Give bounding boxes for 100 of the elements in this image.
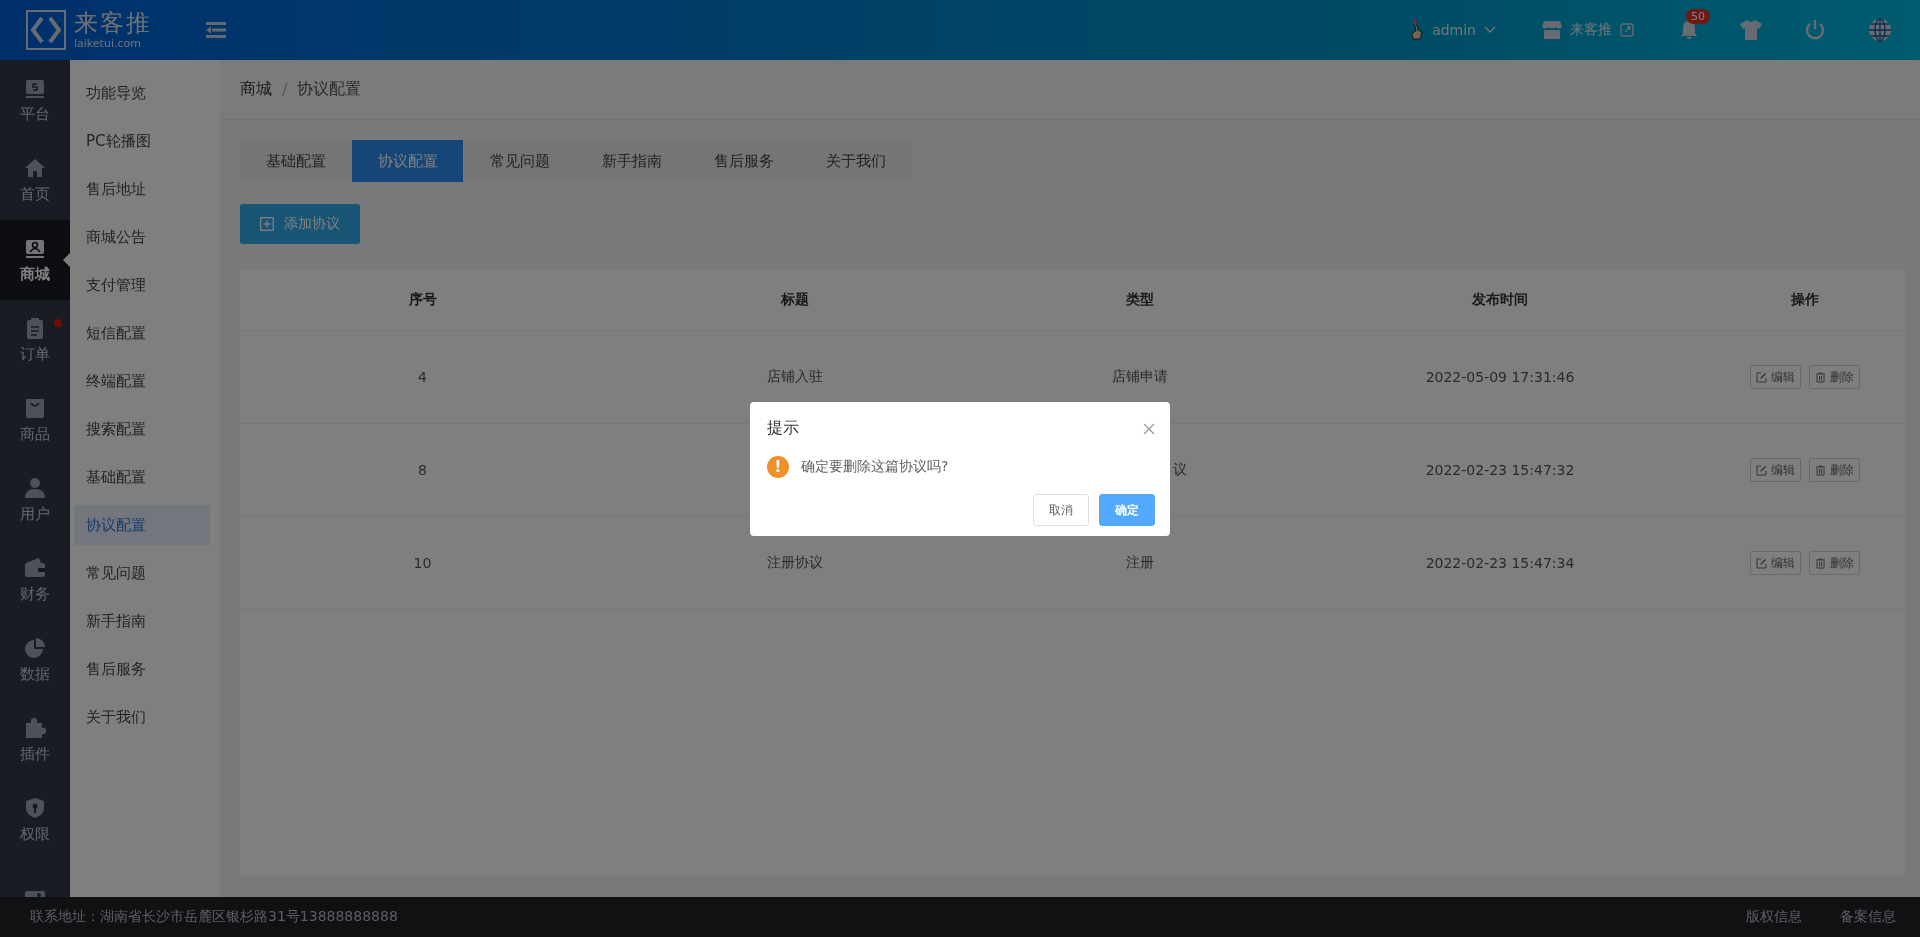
- submenu-item[interactable]: 支付管理: [70, 265, 210, 305]
- trash-icon: [1815, 464, 1826, 476]
- sidebar-item[interactable]: 商品: [0, 380, 70, 460]
- add-agreement-button[interactable]: 添加协议: [240, 204, 360, 244]
- submenu-item[interactable]: 功能导览: [70, 73, 210, 113]
- power-icon[interactable]: [1804, 19, 1826, 41]
- sidebar-label: 订单: [20, 344, 50, 364]
- caret-icon: [1484, 26, 1496, 34]
- wallet-icon: [24, 556, 46, 579]
- external-link-icon: [1620, 23, 1634, 37]
- edit-icon: [1756, 464, 1767, 476]
- logo-text: 来客推: [74, 11, 152, 35]
- edit-button[interactable]: 编辑: [1750, 551, 1801, 575]
- home-icon: [24, 156, 46, 179]
- sidebar-label: 平台: [20, 104, 50, 124]
- bag-icon: [24, 396, 46, 419]
- trash-icon: [1815, 371, 1826, 383]
- shop-link[interactable]: 来客推: [1542, 21, 1634, 39]
- sidebar-item[interactable]: 商城: [0, 220, 70, 300]
- dialog-message: 确定要删除这篇协议吗?: [801, 458, 949, 476]
- tab[interactable]: 常见问题: [464, 140, 575, 182]
- column-header: 标题: [780, 290, 810, 309]
- submenu-item[interactable]: 协议配置: [74, 505, 210, 545]
- submenu-item[interactable]: 终端配置: [70, 361, 210, 401]
- alert-dot: [54, 319, 62, 327]
- table-cell: 注册: [1126, 554, 1154, 572]
- contact-address: 联系地址：湖南省长沙市岳麓区银杉路31号13888888888: [30, 908, 398, 926]
- store-icon: [1542, 21, 1562, 39]
- delete-button[interactable]: 删除: [1809, 551, 1860, 575]
- tab[interactable]: 关于我们: [800, 140, 911, 182]
- menu-icon[interactable]: [206, 22, 226, 38]
- notification-badge: 50: [1686, 9, 1710, 24]
- sidebar-label: 权限: [20, 824, 50, 844]
- submenu-item[interactable]: 售后服务: [70, 649, 210, 689]
- sidebar-item[interactable]: 平台: [0, 60, 70, 140]
- submenu-item[interactable]: 售后地址: [70, 169, 210, 209]
- table-cell-text: 10: [412, 554, 433, 573]
- trash-icon: [1815, 557, 1826, 569]
- tab[interactable]: 售后服务: [688, 140, 799, 182]
- user-menu[interactable]: admin: [1408, 19, 1496, 41]
- edit-button[interactable]: 编辑: [1750, 365, 1801, 389]
- sidebar-label: 用户: [20, 504, 50, 524]
- column-header: 发布时间: [1471, 290, 1529, 309]
- sidebar-label: 首页: [20, 184, 50, 204]
- confirm-button[interactable]: 确定: [1099, 494, 1155, 526]
- edit-icon: [1756, 371, 1767, 383]
- table-cell-text: 2022-02-23 15:47:32: [1424, 461, 1576, 480]
- tab[interactable]: 协议配置: [352, 140, 463, 182]
- submenu-item[interactable]: 常见问题: [70, 553, 210, 593]
- plus-square-icon: [260, 217, 274, 231]
- submenu-item[interactable]: 新手指南: [70, 601, 210, 641]
- logo-icon: [26, 10, 66, 50]
- pie-icon: [24, 636, 46, 659]
- footer-link[interactable]: 版权信息: [1746, 908, 1802, 926]
- table-cell-text: 2022-02-23 15:47:34: [1424, 554, 1576, 573]
- hand-icon: [1408, 19, 1425, 41]
- shield-icon: [24, 796, 46, 819]
- order-icon: [24, 316, 46, 339]
- sidebar-label: 商城: [20, 264, 50, 284]
- sidebar-item[interactable]: 订单: [0, 300, 70, 380]
- column-header: 类型: [1125, 290, 1155, 309]
- sidebar-item[interactable]: 财务: [0, 540, 70, 620]
- submenu-item[interactable]: 短信配置: [70, 313, 210, 353]
- table-cell-text: 4: [417, 368, 428, 387]
- submenu-item[interactable]: 商城公告: [70, 217, 210, 257]
- sidebar-label: 插件: [20, 744, 50, 764]
- sidebar-item[interactable]: 首页: [0, 140, 70, 220]
- sidebar-item[interactable]: 数据: [0, 620, 70, 700]
- sidebar-label: 商品: [20, 424, 50, 444]
- globe-icon[interactable]: [1868, 18, 1892, 42]
- submenu-item[interactable]: 关于我们: [70, 697, 210, 737]
- submenu-item[interactable]: 搜索配置: [70, 409, 210, 449]
- breadcrumb-separator: /: [282, 80, 288, 99]
- sidebar-item[interactable]: 用户: [0, 460, 70, 540]
- edit-button[interactable]: 编辑: [1750, 458, 1801, 482]
- shop-name: 来客推: [1570, 21, 1612, 39]
- table-cell: 店铺入驻: [767, 368, 823, 386]
- shirt-icon[interactable]: [1740, 20, 1762, 40]
- breadcrumb-item[interactable]: 商城: [240, 79, 272, 100]
- edit-icon: [1756, 557, 1767, 569]
- submenu-item[interactable]: 基础配置: [70, 457, 210, 497]
- delete-button[interactable]: 删除: [1809, 458, 1860, 482]
- puzzle-icon: [24, 716, 46, 739]
- footer-link[interactable]: 备案信息: [1840, 908, 1896, 926]
- tab[interactable]: 新手指南: [576, 140, 687, 182]
- sidebar-item[interactable]: 插件: [0, 700, 70, 780]
- column-header: 序号: [407, 290, 438, 309]
- tab[interactable]: 基础配置: [240, 140, 351, 182]
- user-icon: [24, 476, 46, 499]
- bell-icon[interactable]: [1680, 20, 1698, 40]
- close-icon[interactable]: [1143, 422, 1155, 435]
- column-header: 操作: [1790, 290, 1820, 309]
- sidebar-label: 数据: [20, 664, 50, 684]
- sidebar-item[interactable]: 权限: [0, 780, 70, 860]
- logo-subtitle: laiketui.com: [74, 38, 142, 49]
- table-cell: 店铺申请: [1112, 368, 1168, 386]
- submenu-item[interactable]: PC轮播图: [70, 121, 210, 161]
- table-cell-text: 2022-05-09 17:31:46: [1424, 368, 1576, 387]
- cancel-button[interactable]: 取消: [1033, 494, 1089, 526]
- delete-button[interactable]: 删除: [1809, 365, 1860, 389]
